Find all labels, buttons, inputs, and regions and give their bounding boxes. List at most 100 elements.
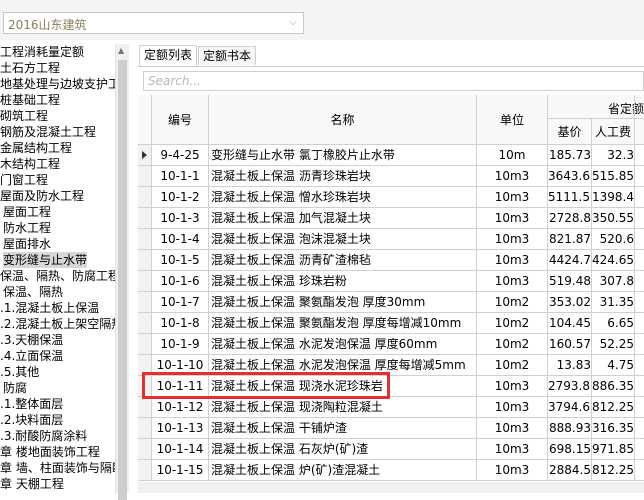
tree-item[interactable]: 土石方工程	[0, 60, 60, 76]
cell-code[interactable]: 10-1-12	[152, 397, 208, 418]
tree-item[interactable]: .5.其他	[0, 364, 39, 380]
row-indicator[interactable]	[138, 166, 151, 187]
cell-code[interactable]: 10-1-2	[152, 187, 208, 208]
tree-item[interactable]: 桩基础工程	[0, 92, 60, 108]
tree-item[interactable]: .1.整体面层	[0, 396, 63, 412]
cell-name[interactable]: 混凝土板上保温 憎水珍珠岩块	[209, 187, 478, 208]
tree-item[interactable]: 防水工程	[3, 220, 51, 236]
tab-quota-list[interactable]: 定额列表	[139, 45, 198, 66]
cell-price[interactable]: 2884.5	[548, 460, 591, 481]
cell-labor[interactable]: 1398.4	[592, 187, 634, 208]
cell-name[interactable]: 混凝土板上保温 聚氨酯发泡 厚度30mm	[209, 292, 478, 313]
cell-name[interactable]: 混凝土板上保温 石灰炉(矿)渣	[209, 439, 478, 460]
cell-unit[interactable]: 10m2	[477, 313, 547, 334]
cell-unit[interactable]: 10m	[477, 145, 547, 166]
row-indicator[interactable]	[138, 145, 151, 166]
search-input[interactable]: Search...	[143, 71, 644, 91]
cell-code[interactable]: 10-1-5	[152, 250, 208, 271]
cell-price[interactable]: 5111.56	[548, 187, 591, 208]
cell-name[interactable]: 混凝土板上保温 水泥发泡保温 厚度60mm	[209, 334, 478, 355]
tree-item[interactable]: 钢筋及混凝土工程	[0, 124, 96, 140]
cell-price[interactable]: 3643.68	[548, 166, 591, 187]
region-select[interactable]: 2016山东建筑 ⌵	[3, 12, 304, 34]
tree-item[interactable]: .4.立面保温	[0, 348, 63, 364]
cell-price[interactable]: 3794.62	[548, 397, 591, 418]
cell-price[interactable]: 698.15	[548, 439, 591, 460]
tree-item[interactable]: .3.天棚保温	[0, 332, 63, 348]
cell-code[interactable]: 10-1-15	[152, 460, 208, 481]
cell-labor[interactable]: 307.8	[592, 271, 634, 292]
tree-item[interactable]: 章 天棚工程	[0, 476, 64, 492]
cell-labor[interactable]: 971.85	[592, 439, 634, 460]
cell-price[interactable]: 160.57	[548, 334, 591, 355]
row-indicator[interactable]	[138, 187, 151, 208]
cell-name[interactable]: 混凝土板上保温 泡沫混凝土块	[209, 229, 478, 250]
tree-item[interactable]: 地基处理与边坡支护工	[0, 76, 115, 92]
cell-code[interactable]: 10-1-8	[152, 313, 208, 334]
cell-unit[interactable]: 10m2	[477, 292, 547, 313]
row-indicator[interactable]	[138, 334, 151, 355]
tree-scrollbar[interactable]: ▲	[115, 44, 129, 500]
row-indicator[interactable]	[138, 397, 151, 418]
row-indicator[interactable]	[138, 313, 151, 334]
cell-unit[interactable]: 10m2	[477, 334, 547, 355]
cell-code[interactable]: 10-1-1	[152, 166, 208, 187]
header-base-price[interactable]: 基价	[548, 124, 591, 140]
cell-price[interactable]: 519.48	[548, 271, 591, 292]
cell-labor[interactable]: 31.35	[592, 292, 634, 313]
cell-price[interactable]: 104.45	[548, 313, 591, 334]
cell-name[interactable]: 混凝土板上保温 沥青矿渣棉毡	[209, 250, 478, 271]
header-labor-cost[interactable]: 人工费	[592, 124, 634, 140]
cell-unit[interactable]: 10m3	[477, 397, 547, 418]
cell-labor[interactable]: 316.35	[592, 418, 634, 439]
tree-item[interactable]: 章 墙、柱面装饰与隔断	[0, 460, 115, 476]
cell-code[interactable]: 10-1-13	[152, 418, 208, 439]
cell-name[interactable]: 混凝土板上保温 聚氨酯发泡 厚度每增减10mm	[209, 313, 478, 334]
cell-unit[interactable]: 10m3	[477, 439, 547, 460]
cell-unit[interactable]: 10m3	[477, 460, 547, 481]
cell-labor[interactable]: 886.35	[592, 376, 634, 397]
cell-unit[interactable]: 10m3	[477, 166, 547, 187]
cell-unit[interactable]: 10m3	[477, 376, 547, 397]
row-indicator[interactable]	[138, 229, 151, 250]
tree-item[interactable]: .2.混凝土板上架空隔热	[0, 316, 115, 332]
cell-labor[interactable]: 350.55	[592, 208, 634, 229]
header-unit[interactable]: 单位	[477, 112, 547, 128]
cell-name[interactable]: 混凝土板上保温 沥青珍珠岩块	[209, 166, 478, 187]
chevron-down-icon[interactable]: ⌵	[286, 15, 300, 31]
row-indicator[interactable]	[138, 418, 151, 439]
cell-code[interactable]: 10-1-7	[152, 292, 208, 313]
cell-name[interactable]: 混凝土板上保温 干铺炉渣	[209, 418, 478, 439]
cell-labor[interactable]: 52.25	[592, 334, 634, 355]
tree-item[interactable]: 金属结构工程	[0, 140, 72, 156]
cell-unit[interactable]: 10m2	[477, 355, 547, 376]
table-hscrollbar[interactable]	[138, 482, 644, 493]
cell-name[interactable]: 变形缝与止水带 氯丁橡胶片止水带	[209, 145, 478, 166]
tree-item[interactable]: 屋面工程	[3, 204, 51, 220]
cell-unit[interactable]: 10m3	[477, 250, 547, 271]
cell-price[interactable]: 888.93	[548, 418, 591, 439]
cell-name[interactable]: 混凝土板上保温 炉(矿)渣混凝土	[209, 460, 478, 481]
cell-labor[interactable]: 6.65	[592, 313, 634, 334]
tree-item[interactable]: 工程消耗量定额	[0, 44, 84, 60]
tree-scrollbar-thumb[interactable]	[118, 60, 127, 500]
row-indicator[interactable]	[138, 460, 151, 481]
tree-item[interactable]: 砌筑工程	[0, 108, 48, 124]
cell-name[interactable]: 混凝土板上保温 现浇陶粒混凝土	[209, 397, 478, 418]
cell-price[interactable]: 821.87	[548, 229, 591, 250]
cell-labor[interactable]: 4.75	[592, 355, 634, 376]
row-indicator[interactable]	[138, 439, 151, 460]
tree-item[interactable]: 门窗工程	[0, 172, 48, 188]
tree-item[interactable]: 保温、隔热	[3, 284, 63, 300]
row-indicator[interactable]	[138, 271, 151, 292]
tree-item[interactable]: 章 楼地面装饰工程	[0, 444, 100, 460]
tree-item[interactable]: .1.混凝土板上保温	[0, 300, 99, 316]
cell-price[interactable]: 2728.8	[548, 208, 591, 229]
row-indicator[interactable]	[138, 292, 151, 313]
tree-item[interactable]: .3.耐酸防腐涂料	[0, 428, 87, 444]
row-indicator[interactable]	[138, 250, 151, 271]
cell-unit[interactable]: 10m3	[477, 418, 547, 439]
tree-item[interactable]: 木结构工程	[0, 156, 60, 172]
cell-price[interactable]: 13.83	[548, 355, 591, 376]
scroll-up-icon[interactable]: ▲	[118, 46, 124, 55]
